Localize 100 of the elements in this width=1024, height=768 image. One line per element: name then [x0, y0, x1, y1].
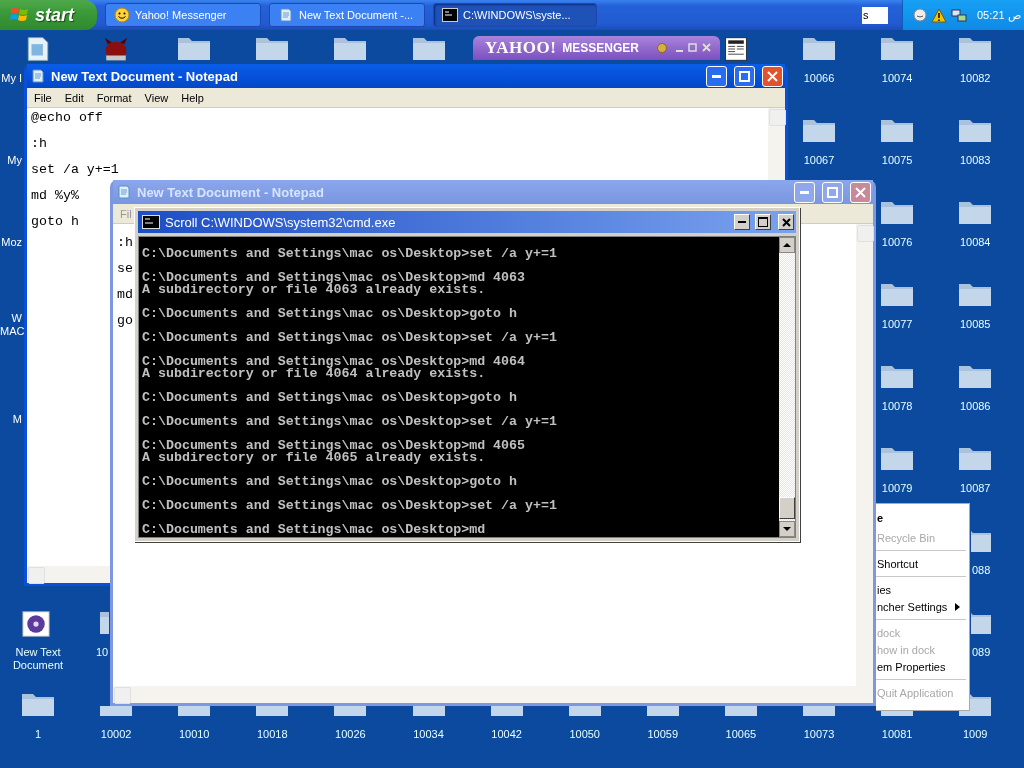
folder-icon[interactable]	[801, 36, 837, 62]
console-line: C:\Documents and Settings\mac os\Desktop>md 4063	[142, 272, 526, 284]
newspaper-icon[interactable]	[722, 36, 749, 62]
icon-label[interactable]: My I	[0, 72, 22, 85]
close-button[interactable]	[778, 214, 794, 230]
icon-label[interactable]: 10085	[959, 318, 991, 331]
icon-label[interactable]: 1009	[962, 728, 988, 741]
menu-item[interactable]: File	[29, 91, 58, 104]
maximize-icon	[758, 217, 768, 227]
text-line: goto h	[31, 213, 79, 231]
console-line: C:\Documents and Settings\mac os\Desktop>md 4065	[142, 440, 526, 452]
text-input[interactable]: s	[862, 6, 888, 24]
icon-label[interactable]: 10042	[491, 728, 522, 741]
icon-label[interactable]: 10	[96, 646, 109, 659]
horizontal-scrollbar[interactable]	[113, 686, 873, 703]
folder-icon[interactable]	[957, 36, 994, 62]
icon-label[interactable]: 10050	[569, 728, 600, 741]
folder-icon[interactable]	[20, 692, 56, 718]
folder-icon[interactable]	[957, 200, 994, 226]
console-line: C:\Documents and Settings\mac os\Desktop>set /a y+=1	[142, 500, 558, 512]
warning-icon[interactable]	[931, 7, 947, 23]
icon-label[interactable]: 10077	[881, 318, 913, 331]
menu-item[interactable]: Shortcut	[876, 555, 969, 572]
folder-icon[interactable]	[957, 446, 994, 472]
icon-label[interactable]: 10076	[881, 236, 913, 249]
icon-label[interactable]: 10083	[959, 154, 991, 167]
icon-label[interactable]: W MAC	[0, 312, 22, 338]
taskbar-button[interactable]: C:\WINDOWS\syste...	[433, 3, 597, 27]
folder-icon[interactable]	[254, 36, 291, 62]
folder-icon[interactable]	[971, 610, 993, 636]
menu-item[interactable]: ncher Settings	[876, 598, 969, 615]
icon-label[interactable]: 10082	[959, 72, 991, 85]
clock: 05:21 ص	[977, 8, 1021, 22]
icon-label[interactable]: 10075	[881, 154, 913, 167]
folder-icon[interactable]	[176, 36, 213, 62]
window-title: New Text Document - Notepad	[137, 184, 325, 200]
folder-icon[interactable]	[879, 446, 916, 472]
folder-icon[interactable]	[957, 118, 994, 144]
icon-label[interactable]: 10067	[803, 154, 835, 167]
icon-label[interactable]: 10078	[881, 400, 913, 413]
menu-item[interactable]: ies	[876, 581, 969, 598]
console-line: C:\Documents and Settings\mac os\Desktop>goto h	[142, 476, 519, 488]
console-line: C:\Documents and Settings\mac os\Desktop>md	[142, 524, 487, 536]
menu-item[interactable]: Format	[91, 91, 138, 104]
icon-label[interactable]: Moz	[0, 236, 22, 249]
icon-label[interactable]: 10010	[178, 728, 210, 741]
folder-icon[interactable]	[879, 364, 916, 390]
folder-icon[interactable]	[879, 118, 916, 144]
console-line: A subdirectory or file 4065 already exists.	[142, 452, 487, 464]
folder-icon[interactable]	[957, 282, 994, 308]
taskbar-button[interactable]: New Text Document -...	[269, 3, 425, 27]
scroll-thumb[interactable]	[779, 497, 795, 519]
folder-icon[interactable]	[410, 36, 447, 62]
minimize-button[interactable]	[734, 214, 750, 230]
icon-label[interactable]: New Text Document	[0, 646, 78, 672]
icon-label[interactable]: 10066	[803, 72, 835, 85]
icon-label[interactable]: 10065	[725, 728, 757, 741]
taskbar-button[interactable]: Yahoo! Messenger	[105, 3, 261, 27]
smiley-icon[interactable]	[913, 8, 927, 22]
icon-label[interactable]: 10081	[881, 728, 913, 741]
start-button[interactable]: start	[0, 0, 97, 30]
menu-item[interactable]: em Properties	[876, 658, 969, 675]
menu-item[interactable]: Help	[176, 91, 210, 104]
menu-item[interactable]: e	[876, 507, 969, 529]
close-icon	[781, 217, 791, 227]
icon-label[interactable]: 10084	[959, 236, 991, 249]
icon-label[interactable]: 1	[34, 728, 42, 741]
icon-label[interactable]: 10079	[881, 482, 913, 495]
icon-label[interactable]: 089	[972, 646, 991, 659]
console-line: A subdirectory or file 4064 already exists.	[142, 368, 487, 380]
icon-label[interactable]: M	[0, 413, 22, 426]
icon-label[interactable]: 10018	[257, 728, 288, 741]
menu-item[interactable]: View	[139, 91, 175, 104]
maximize-button[interactable]	[755, 214, 771, 230]
icon-label[interactable]: 088	[972, 564, 991, 577]
icon-label[interactable]: 10026	[335, 728, 366, 741]
icon-label[interactable]: 10059	[647, 728, 679, 741]
text-line: :h	[31, 135, 47, 153]
network-icon[interactable]	[951, 7, 967, 23]
menu-item[interactable]: Edit	[59, 91, 90, 104]
folder-icon[interactable]	[879, 282, 916, 308]
icon-label[interactable]: 10034	[413, 728, 444, 741]
icon-label[interactable]: 10073	[803, 728, 835, 741]
vertical-scrollbar[interactable]	[856, 224, 873, 686]
icon-label[interactable]: 10087	[959, 482, 991, 495]
folder-icon[interactable]	[332, 36, 369, 62]
window-controls-icon[interactable]	[656, 42, 714, 54]
icon-label[interactable]: My	[0, 154, 22, 167]
vertical-scrollbar[interactable]	[779, 237, 795, 537]
folder-icon[interactable]	[971, 528, 993, 554]
scroll-down-icon[interactable]	[779, 521, 795, 537]
folder-icon[interactable]	[879, 36, 916, 62]
close-icon	[855, 186, 866, 198]
folder-icon[interactable]	[801, 118, 837, 144]
icon-label[interactable]: 10086	[959, 400, 991, 413]
icon-label[interactable]: 10002	[100, 728, 132, 741]
icon-label[interactable]: 10074	[881, 72, 913, 85]
folder-icon[interactable]	[957, 364, 994, 390]
scroll-up-icon[interactable]	[779, 237, 795, 253]
folder-icon[interactable]	[879, 200, 916, 226]
